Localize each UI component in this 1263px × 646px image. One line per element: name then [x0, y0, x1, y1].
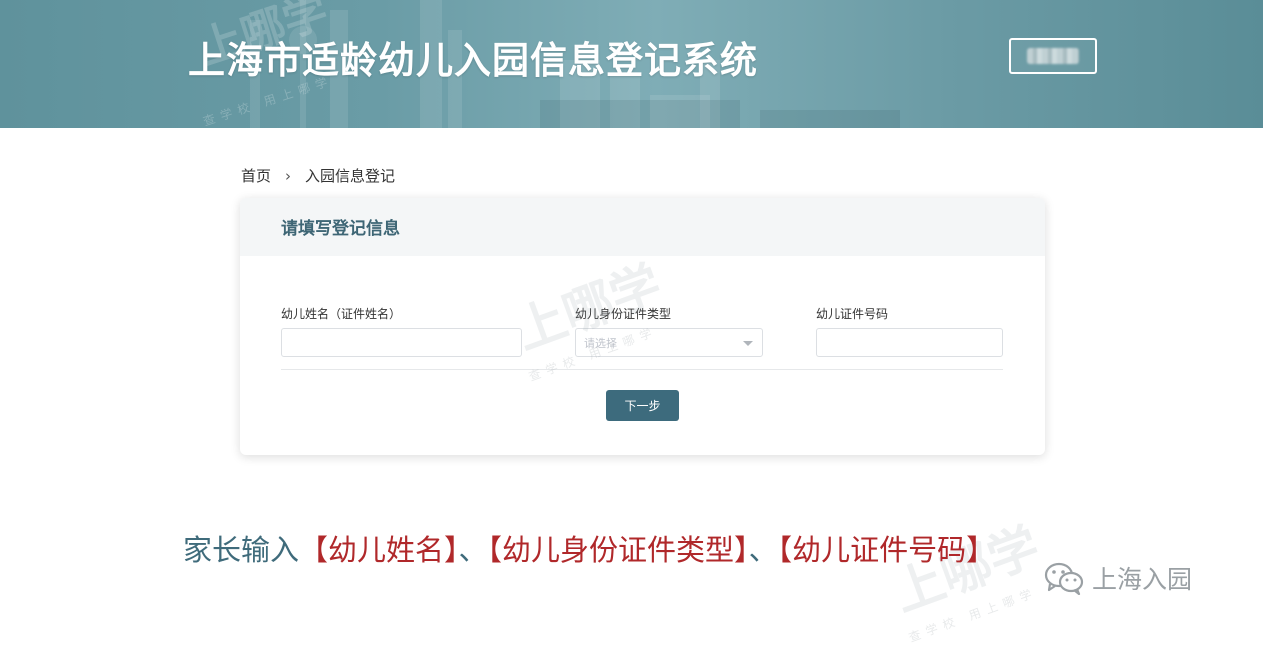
- form-title: 请填写登记信息: [281, 219, 400, 239]
- form-divider: [281, 369, 1003, 370]
- caret-down-icon: [743, 341, 753, 346]
- caption-separator: 、: [748, 533, 778, 567]
- caption-item-name: 【幼儿姓名】: [299, 533, 459, 567]
- form-card-header: 请填写登记信息: [240, 198, 1045, 256]
- user-login-button[interactable]: [1009, 38, 1097, 74]
- header-banner: 上哪学 查学校 用上哪学 上海市适龄幼儿入园信息登记系统: [0, 0, 1263, 128]
- wechat-icon: [1044, 562, 1084, 595]
- instruction-caption: 家长输入【幼儿姓名】、【幼儿身份证件类型】、【幼儿证件号码】: [183, 527, 995, 569]
- site-title: 上海市适龄幼儿入园信息登记系统: [188, 39, 758, 82]
- id-type-placeholder: 请选择: [584, 336, 617, 350]
- next-step-button[interactable]: 下一步: [606, 390, 679, 421]
- wechat-account-name: 上海入园: [1092, 565, 1193, 594]
- watermark-bottom-sub: 查学校 用上哪学: [906, 585, 1040, 645]
- id-type-select[interactable]: 请选择: [575, 328, 763, 357]
- id-number-input[interactable]: [816, 328, 1003, 357]
- wechat-account-tag: 上海入园: [1044, 560, 1192, 596]
- child-name-input[interactable]: [281, 328, 522, 357]
- child-name-label: 幼儿姓名（证件姓名）: [281, 307, 402, 321]
- caption-separator: 、: [458, 533, 488, 567]
- caption-item-id-number: 【幼儿证件号码】: [777, 533, 996, 567]
- id-number-label: 幼儿证件号码: [816, 307, 889, 321]
- breadcrumb: 首页 › 入园信息登记: [241, 165, 395, 186]
- chevron-right-icon: ›: [285, 166, 292, 185]
- caption-item-id-type: 【幼儿身份证件类型】: [487, 533, 749, 567]
- blurred-username: [1027, 48, 1079, 64]
- breadcrumb-current: 入园信息登记: [305, 167, 396, 185]
- id-type-label: 幼儿身份证件类型: [575, 307, 672, 321]
- caption-lead: 家长输入: [183, 533, 300, 567]
- breadcrumb-home-link[interactable]: 首页: [241, 165, 271, 186]
- registration-form-card: 请填写登记信息 幼儿姓名（证件姓名） 幼儿身份证件类型 请选择 幼儿证件号码 下…: [240, 198, 1045, 455]
